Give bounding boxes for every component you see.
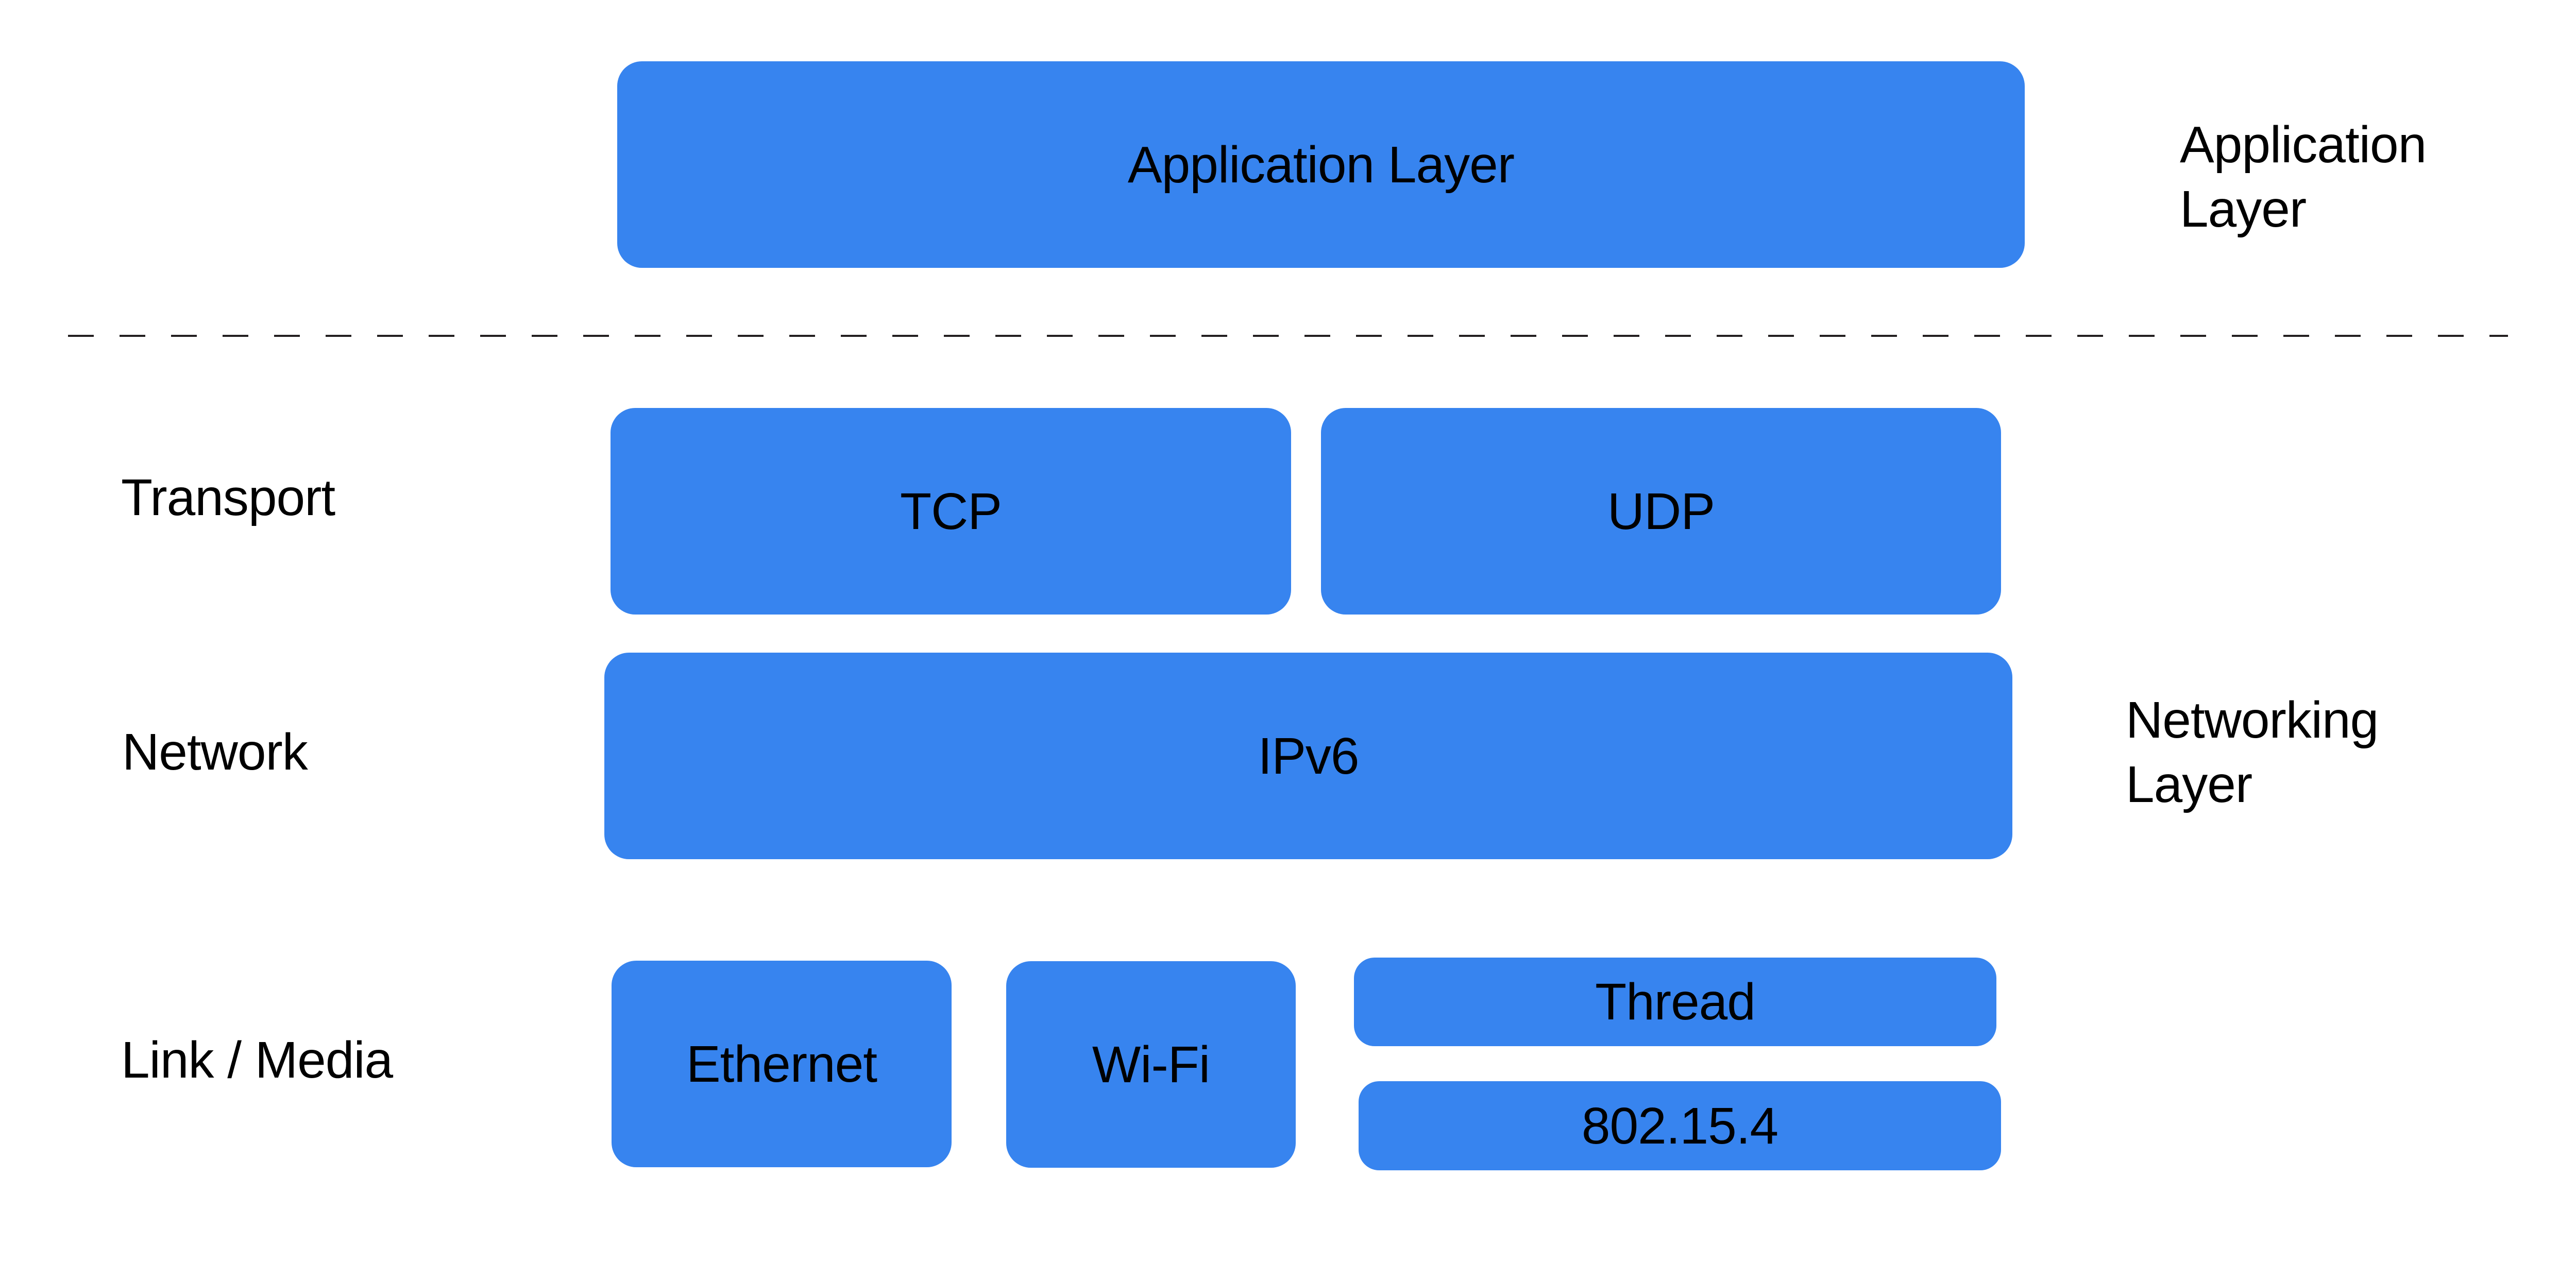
wifi-box: Wi-Fi xyxy=(1006,961,1296,1168)
ieee-802-15-4-label: 802.15.4 xyxy=(1581,1097,1778,1155)
layer-divider-dashed-line xyxy=(68,335,2508,337)
networking-group-line1: Networking xyxy=(2126,691,2379,749)
tcp-label: TCP xyxy=(900,482,1002,540)
ethernet-box: Ethernet xyxy=(612,961,952,1167)
networking-layer-group-label: Networking Layer xyxy=(2126,688,2379,817)
application-layer-label: Application Layer xyxy=(1127,135,1515,194)
application-layer-group-label: Application Layer xyxy=(2180,113,2427,242)
wifi-label: Wi-Fi xyxy=(1092,1035,1210,1094)
networking-group-line2: Layer xyxy=(2126,756,2252,813)
udp-box: UDP xyxy=(1321,408,2001,615)
application-group-line1: Application xyxy=(2180,116,2427,174)
ipv6-box: IPv6 xyxy=(604,653,2012,859)
thread-label: Thread xyxy=(1595,973,1756,1031)
tcp-box: TCP xyxy=(611,408,1291,615)
ipv6-label: IPv6 xyxy=(1258,727,1359,785)
network-row-label: Network xyxy=(122,723,308,781)
application-group-line2: Layer xyxy=(2180,180,2307,238)
application-layer-box: Application Layer xyxy=(617,61,2025,268)
thread-box: Thread xyxy=(1354,958,1996,1046)
transport-row-label: Transport xyxy=(121,469,335,526)
ethernet-label: Ethernet xyxy=(686,1035,877,1093)
link-media-row-label: Link / Media xyxy=(121,1031,393,1089)
udp-label: UDP xyxy=(1607,482,1715,540)
ieee-802-15-4-box: 802.15.4 xyxy=(1359,1081,2001,1170)
